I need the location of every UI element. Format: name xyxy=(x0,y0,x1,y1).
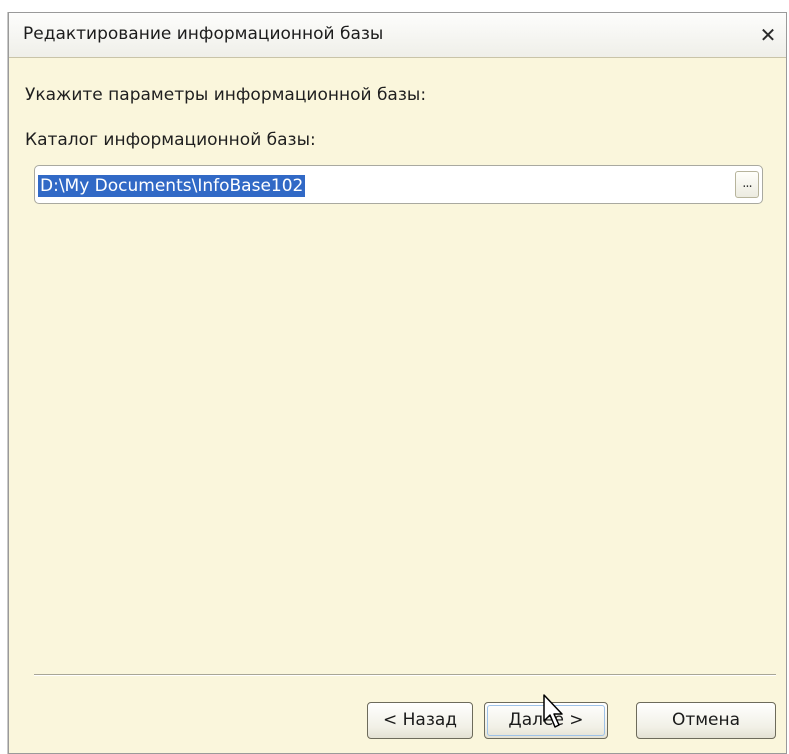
browse-button[interactable]: ... xyxy=(735,171,759,198)
catalog-path-value[interactable]: D:\My Documents\InfoBase102 xyxy=(38,175,306,197)
next-button[interactable]: Далее > xyxy=(484,702,608,739)
parameters-heading: Укажите параметры информационной базы: xyxy=(25,85,427,105)
catalog-label: Каталог информационной базы: xyxy=(25,130,316,150)
footer-divider xyxy=(34,674,776,676)
catalog-path-input[interactable]: D:\My Documents\InfoBase102 ... xyxy=(34,165,763,204)
back-button[interactable]: < Назад xyxy=(367,702,473,739)
edit-infobase-dialog: Редактирование информационной базы ✕ Ука… xyxy=(8,12,787,754)
dialog-title: Редактирование информационной базы xyxy=(23,24,384,44)
close-button[interactable]: ✕ xyxy=(756,23,780,47)
cancel-button[interactable]: Отмена xyxy=(636,702,776,739)
close-icon: ✕ xyxy=(759,23,777,47)
next-button-focus-ring xyxy=(487,705,605,736)
title-bar[interactable]: Редактирование информационной базы ✕ xyxy=(9,13,786,58)
